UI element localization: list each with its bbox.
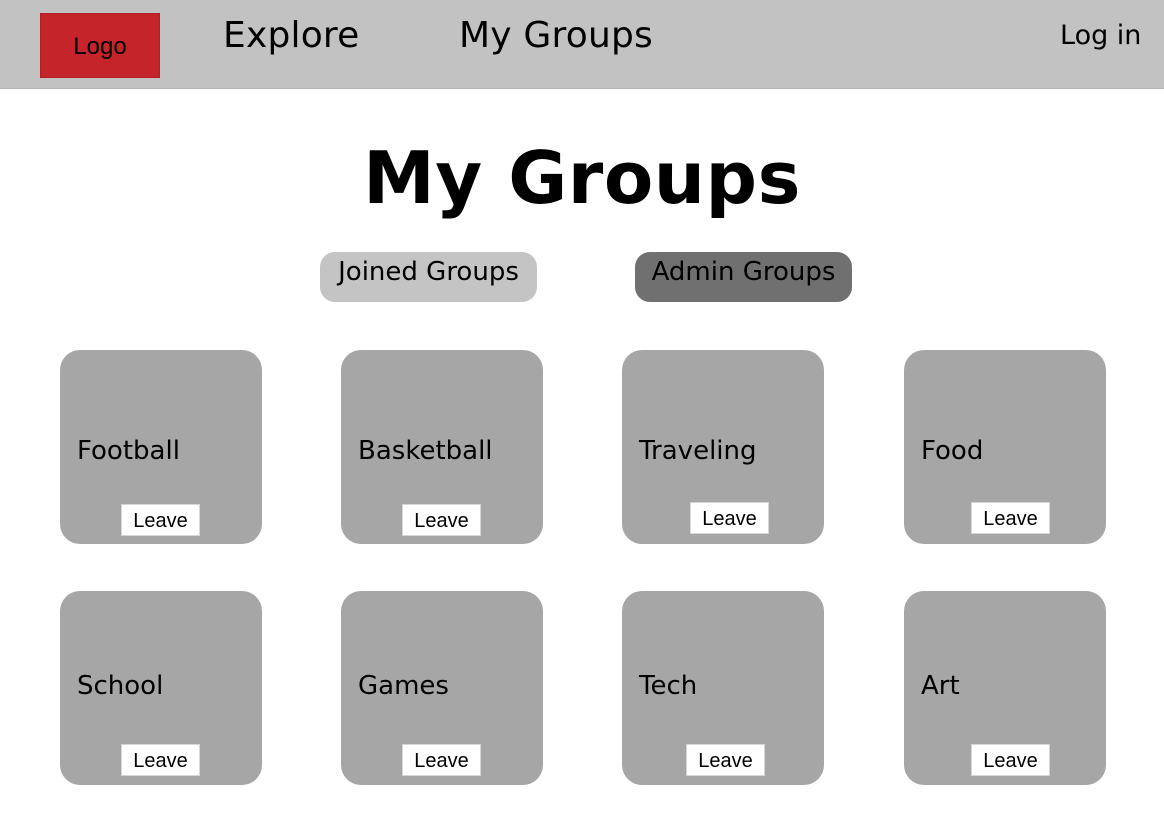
nav-link-my-groups[interactable]: My Groups — [459, 14, 653, 58]
group-card-tech[interactable]: Tech Leave — [622, 591, 824, 785]
logo[interactable]: Logo — [40, 13, 160, 78]
nav-link-explore[interactable]: Explore — [223, 14, 360, 58]
leave-button[interactable]: Leave — [686, 744, 765, 776]
group-name: Games — [358, 671, 449, 701]
group-card-art[interactable]: Art Leave — [904, 591, 1106, 785]
group-card-traveling[interactable]: Traveling Leave — [622, 350, 824, 544]
group-card-football[interactable]: Football Leave — [60, 350, 262, 544]
leave-button[interactable]: Leave — [971, 744, 1050, 776]
leave-button[interactable]: Leave — [121, 504, 200, 536]
page-title: My Groups — [363, 136, 801, 220]
group-name: Traveling — [639, 436, 757, 466]
leave-button[interactable]: Leave — [121, 744, 200, 776]
group-card-games[interactable]: Games Leave — [341, 591, 543, 785]
group-name: School — [77, 671, 164, 701]
group-name: Food — [921, 436, 984, 466]
leave-button[interactable]: Leave — [402, 504, 481, 536]
leave-button[interactable]: Leave — [402, 744, 481, 776]
group-name: Tech — [639, 671, 698, 701]
group-card-school[interactable]: School Leave — [60, 591, 262, 785]
login-link[interactable]: Log in — [1060, 18, 1141, 54]
group-card-basketball[interactable]: Basketball Leave — [341, 350, 543, 544]
tab-joined-groups[interactable]: Joined Groups — [320, 252, 537, 302]
group-name: Art — [921, 671, 960, 701]
group-name: Football — [77, 436, 180, 466]
tab-admin-groups[interactable]: Admin Groups — [635, 252, 852, 302]
leave-button[interactable]: Leave — [690, 502, 769, 534]
leave-button[interactable]: Leave — [971, 502, 1050, 534]
top-navbar: Logo Explore My Groups Log in — [0, 0, 1164, 89]
group-name: Basketball — [358, 436, 493, 466]
page: Logo Explore My Groups Log in My Groups … — [0, 0, 1164, 829]
group-card-food[interactable]: Food Leave — [904, 350, 1106, 544]
